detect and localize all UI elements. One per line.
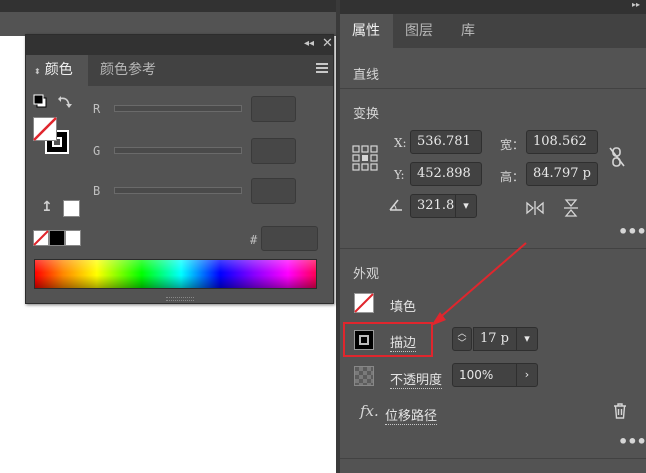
slider-r-label: R — [93, 102, 101, 116]
trash-icon[interactable] — [613, 403, 627, 419]
stroke-weight-input[interactable]: 17 p — [473, 327, 517, 351]
slider-r-track[interactable] — [114, 105, 242, 112]
color-panel: ◂◂ ✕ ⬍ 颜色 颜色参考 R G B ↥ # — [25, 34, 334, 304]
swap-colors-icon[interactable] — [57, 95, 73, 109]
more-transform-options-icon[interactable]: ••• — [618, 222, 646, 241]
tab-properties-label: 属性 — [352, 23, 380, 39]
rotation-dropdown[interactable]: ▾ — [455, 194, 477, 218]
width-label: 宽： — [500, 138, 525, 152]
height-input[interactable]: 84.797 p — [526, 162, 598, 186]
stroke-weight-stepper[interactable]: ︿ ﹀ — [452, 327, 472, 351]
slider-r-value[interactable] — [251, 96, 296, 122]
tab-properties[interactable]: 属性 — [340, 14, 393, 48]
hex-label: # — [250, 233, 258, 247]
stroke-swatch-icon[interactable] — [354, 330, 374, 350]
properties-tabbar: 属性 图层 库 — [340, 14, 646, 48]
close-icon[interactable]: ✕ — [322, 36, 333, 51]
updown-arrows-icon: ⬍ — [34, 67, 41, 76]
object-type-label: 直线 — [353, 68, 380, 83]
separator — [340, 88, 646, 89]
properties-panel-titlebar[interactable]: ▸▸ — [340, 0, 646, 14]
fx-icon[interactable]: fx. — [360, 402, 379, 420]
height-label: 高： — [500, 170, 525, 184]
hex-input[interactable] — [261, 226, 318, 251]
y-input[interactable]: 452.898 — [410, 162, 482, 186]
tab-color[interactable]: ⬍ 颜色 — [26, 55, 88, 86]
slider-g-value[interactable] — [251, 138, 296, 164]
chevron-down-icon: ▾ — [463, 199, 469, 212]
constrain-proportions-icon[interactable] — [608, 146, 626, 168]
default-colors-icon[interactable] — [33, 94, 47, 108]
color-spectrum[interactable] — [34, 259, 317, 289]
rotation-input[interactable]: 321.8 — [410, 194, 456, 218]
tab-color-label: 颜色 — [44, 62, 73, 78]
panel-menu-icon[interactable] — [316, 63, 328, 73]
offset-path-effect-label[interactable]: 位移路径 — [385, 405, 438, 425]
flip-horizontal-icon[interactable] — [526, 200, 544, 216]
fill-label: 填色 — [390, 300, 417, 315]
chevron-right-icon: › — [524, 368, 530, 381]
opacity-expand-button[interactable]: › — [516, 363, 538, 387]
web-safe-color-swatch[interactable] — [63, 200, 80, 217]
opacity-label[interactable]: 不透明度 — [390, 369, 443, 389]
stroke-label[interactable]: 描边 — [390, 332, 417, 352]
more-appearance-options-icon[interactable]: ••• — [618, 432, 646, 451]
separator — [340, 248, 646, 249]
black-swatch[interactable] — [49, 230, 65, 246]
slider-g-label: G — [93, 144, 101, 158]
tab-layers[interactable]: 图层 — [393, 14, 449, 48]
y-label: Y: — [394, 168, 405, 182]
stroke-weight-dropdown[interactable]: ▾ — [516, 327, 538, 351]
expand-icon[interactable]: ▸▸ — [632, 0, 640, 9]
chevron-down-icon: ▾ — [524, 332, 530, 345]
rotate-angle-icon — [389, 199, 402, 211]
color-panel-tabbar: ⬍ 颜色 颜色参考 — [26, 55, 333, 86]
separator — [340, 458, 646, 459]
opacity-icon[interactable] — [354, 366, 374, 386]
slider-b-value[interactable] — [251, 178, 296, 204]
tab-layers-label: 图层 — [405, 23, 433, 39]
x-input[interactable]: 536.781 — [410, 130, 482, 154]
properties-panel: ▸▸ 属性 图层 库 直线 变换 X: 536.781 Y: 452.898 宽… — [340, 0, 646, 473]
opacity-input[interactable]: 100% — [452, 363, 518, 387]
tab-color-guide[interactable]: 颜色参考 — [92, 55, 172, 86]
out-of-web-gamut-icon[interactable]: ↥ — [41, 199, 53, 215]
x-label: X: — [394, 136, 407, 150]
appearance-title: 外观 — [353, 267, 380, 282]
chevron-up-icon: ︿ — [457, 329, 467, 339]
color-panel-titlebar[interactable]: ◂◂ ✕ — [26, 35, 333, 55]
resize-grip[interactable] — [166, 297, 194, 301]
tab-libraries-label: 库 — [461, 23, 475, 39]
tab-libraries[interactable]: 库 — [449, 14, 491, 48]
canvas-top-strip — [0, 0, 336, 12]
collapse-icon[interactable]: ◂◂ — [304, 38, 314, 49]
fill-none-swatch[interactable] — [33, 117, 57, 141]
chevron-down-icon: ﹀ — [457, 339, 467, 349]
slider-b-label: B — [93, 184, 101, 198]
transform-title: 变换 — [353, 107, 380, 122]
white-swatch[interactable] — [65, 230, 81, 246]
width-input[interactable]: 108.562 — [526, 130, 598, 154]
fill-swatch-icon[interactable] — [354, 293, 374, 313]
slider-b-track[interactable] — [114, 187, 242, 194]
reference-point-icon[interactable] — [352, 145, 378, 171]
none-swatch[interactable] — [33, 230, 49, 246]
slider-g-track[interactable] — [114, 147, 242, 154]
tab-color-guide-label: 颜色参考 — [100, 62, 156, 78]
flip-vertical-icon[interactable] — [563, 199, 579, 217]
